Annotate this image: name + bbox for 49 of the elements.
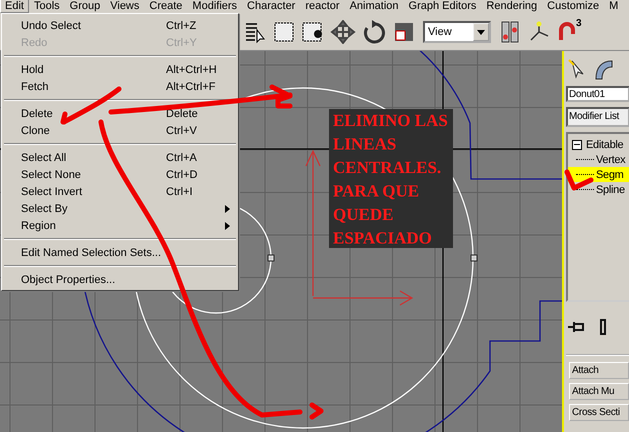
annotation-text: CENTRALES. [333,158,442,177]
window-crossing-icon[interactable] [301,20,325,44]
modifier-list-dropdown[interactable]: Modifier List [566,107,629,127]
panel-button[interactable]: Cross Secti [569,404,629,421]
rotate-icon[interactable] [361,20,387,44]
object-name-field[interactable]: Donut01 [566,86,629,102]
menu-item[interactable]: Character [242,0,300,13]
menu-item[interactable]: Group [64,0,106,13]
menu-item[interactable]: reactor [300,0,345,13]
menu-item[interactable]: Create [144,0,188,13]
menu-entry[interactable]: Select None Ctrl+D [2,166,238,183]
reference-dropdown[interactable]: View [423,20,491,42]
dropdown-value: View [427,26,453,38]
annotation-text: QUEDE [333,205,394,224]
stack-item[interactable]: Segm [568,167,629,182]
vertex-marker[interactable] [268,254,478,262]
rectangle-region-icon[interactable] [272,20,296,44]
collapse-icon[interactable] [572,140,582,150]
menu-item[interactable]: Customize [542,0,604,13]
menu-item[interactable]: Views [105,0,144,13]
menu-entry[interactable]: Delete Delete [2,105,238,122]
menu-entry[interactable]: Hold Alt+Ctrl+H [2,61,238,78]
menu-entry[interactable]: Select All Ctrl+A [2,149,238,166]
menu-entry[interactable]: Object Properties... [2,271,238,288]
stack-item[interactable]: Vertex [568,152,629,167]
snap-label: 3 [576,18,582,28]
menu-item[interactable]: Modifiers [187,0,242,13]
menu-entry[interactable]: Fetch Alt+Ctrl+F [2,78,238,95]
menu-entry[interactable]: Region [2,217,238,234]
check-mark-stroke [564,170,594,190]
stack-item[interactable]: Editable [568,137,629,152]
annotation-text: PARA QUE [333,182,420,200]
annotation-text: ELIMINO LAS [333,111,448,130]
menu-item[interactable]: Graph Editors [404,0,482,13]
annotation-text: LINEAS [333,134,396,154]
menu-item[interactable]: Tools [28,0,65,13]
menu-item[interactable]: Animation [344,0,404,13]
annotation-text: ESPACIADO [333,228,432,248]
menu-item[interactable]: M [604,0,624,13]
menu-entry[interactable]: Clone Ctrl+V [2,122,238,139]
panel-button[interactable]: Attach [569,362,629,379]
menu-item[interactable]: Rendering [481,0,542,13]
panel-button[interactable]: Attach Mu [569,383,629,400]
menu-entry[interactable]: Edit Named Selection Sets... [2,244,238,261]
menu-entry[interactable]: Select Invert Ctrl+I [2,183,238,200]
stack-item[interactable]: Spline [568,182,629,197]
menu-entry[interactable]: Undo Select Ctrl+Z [2,17,238,34]
move-icon[interactable] [330,20,356,44]
menu-entry[interactable]: Select By [2,200,238,217]
